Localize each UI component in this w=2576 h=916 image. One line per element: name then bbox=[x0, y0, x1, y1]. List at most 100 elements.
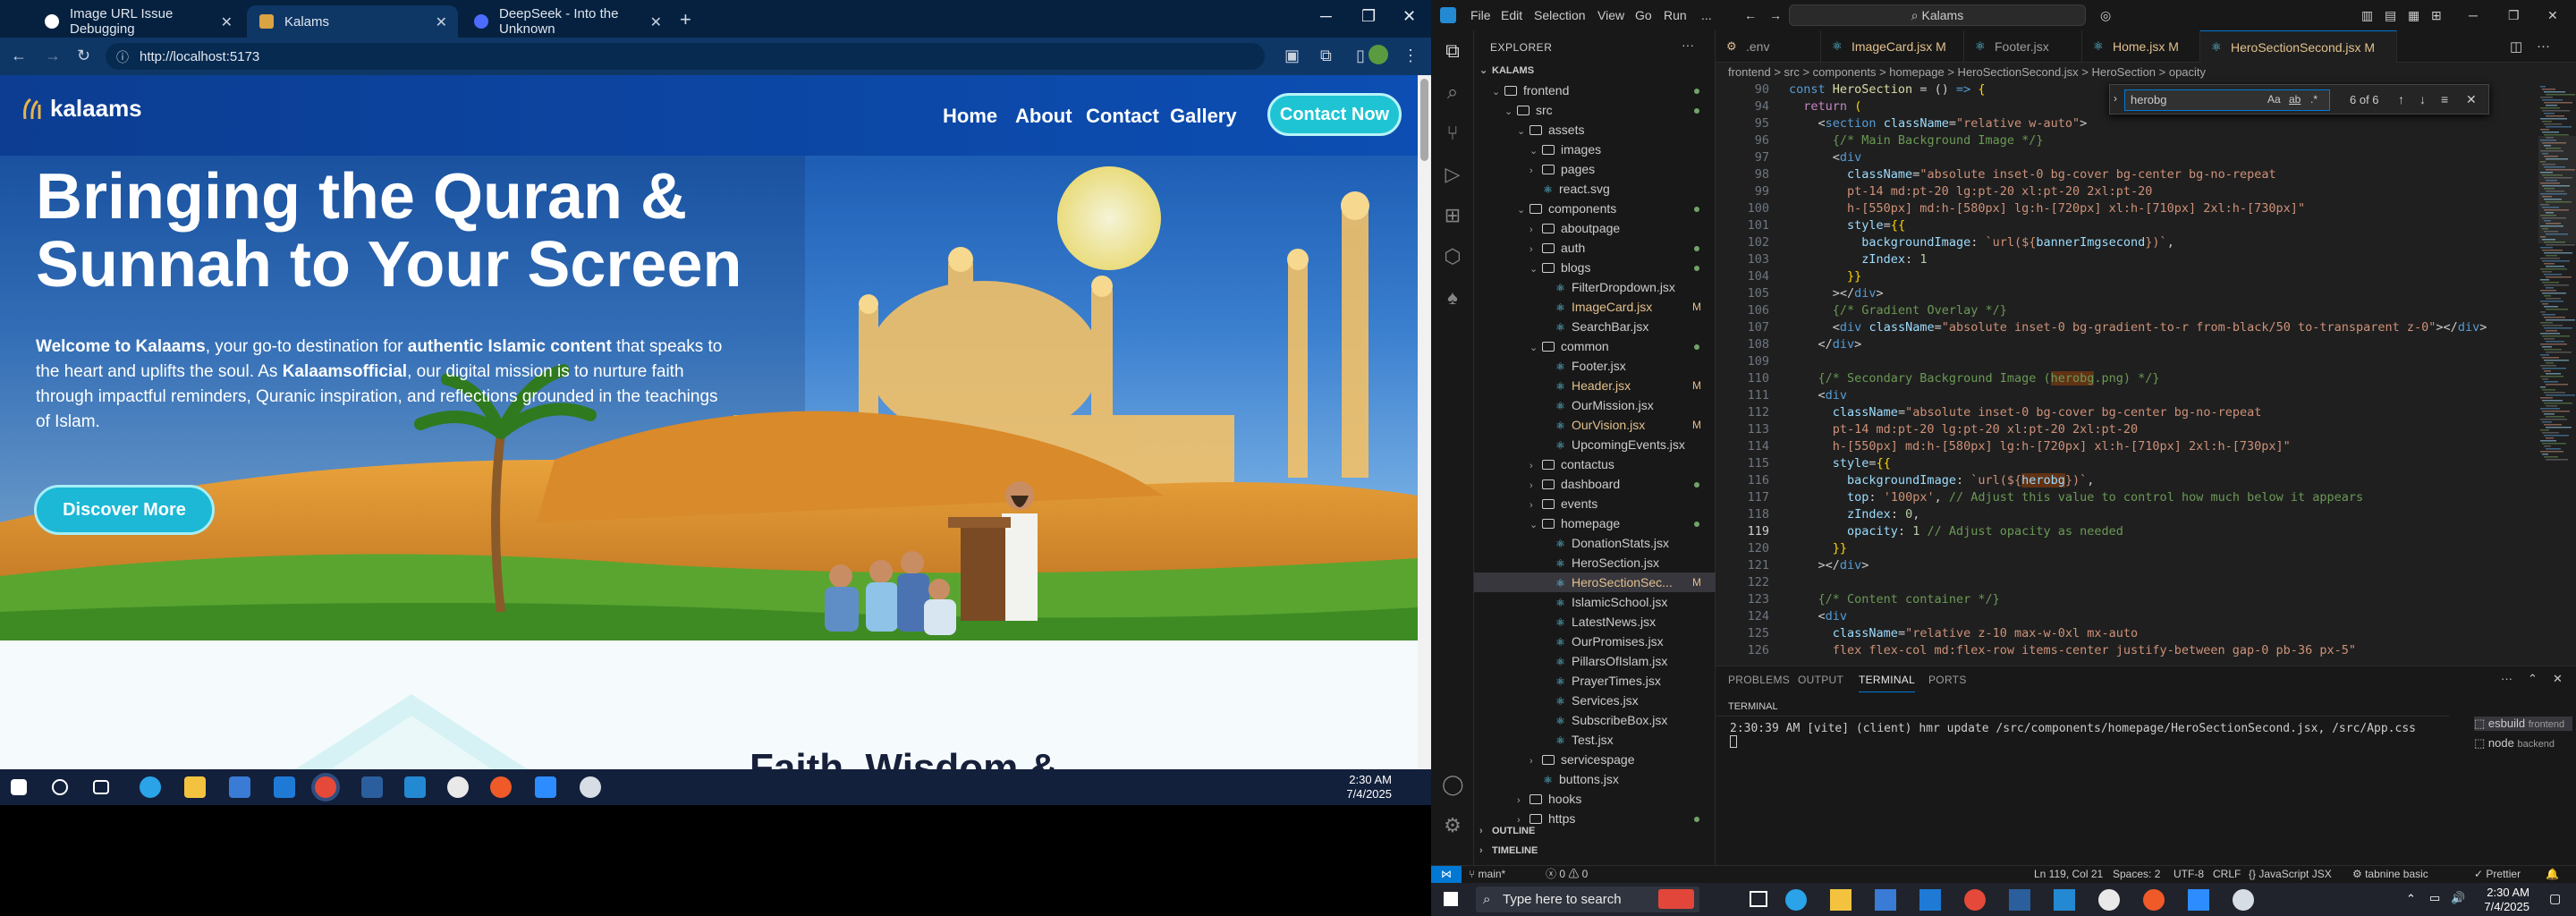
code-line[interactable]: </div> bbox=[1789, 337, 1862, 352]
layout-panel-icon[interactable]: ▤ bbox=[2385, 8, 2396, 23]
reload-icon[interactable]: ↻ bbox=[77, 47, 90, 65]
mail-icon[interactable] bbox=[1919, 889, 1941, 911]
menu-kebab-icon[interactable]: ⋮ bbox=[1402, 47, 1419, 65]
panel-tab-terminal[interactable]: TERMINAL bbox=[1859, 674, 1916, 692]
edge-icon[interactable] bbox=[140, 776, 161, 798]
code-line[interactable]: zIndex: 1 bbox=[1789, 252, 1927, 267]
scrollbar-thumb[interactable] bbox=[1420, 79, 1428, 161]
outline-section[interactable]: › OUTLINE bbox=[1474, 821, 1716, 841]
chevron-right-icon[interactable]: › bbox=[2114, 92, 2117, 105]
discover-more-button[interactable]: Discover More bbox=[34, 485, 215, 535]
windows-start-icon[interactable] bbox=[1444, 892, 1458, 906]
prettier-status[interactable]: ✓ Prettier bbox=[2474, 866, 2521, 883]
copilot-icon[interactable]: ◎ bbox=[2100, 8, 2111, 23]
close-tab-icon[interactable]: ✕ bbox=[650, 13, 662, 31]
app-icon[interactable] bbox=[580, 776, 601, 798]
split-view-icon[interactable]: ▯ bbox=[1356, 47, 1365, 65]
tabnine-status[interactable]: ⚙ tabnine basic bbox=[2352, 866, 2428, 883]
tree-file[interactable]: ⚛ ImageCard.jsx M bbox=[1474, 297, 1716, 317]
git-branch[interactable]: ⑂ main* bbox=[1469, 866, 1505, 883]
code-line[interactable]: zIndex: 0, bbox=[1789, 507, 1919, 522]
editor-tab-footer[interactable]: ⚛ Footer.jsx bbox=[1964, 30, 2082, 63]
remote-explorer-icon[interactable]: ⬡ bbox=[1442, 245, 1463, 267]
restore-icon[interactable]: ❐ bbox=[2508, 8, 2520, 23]
extensions-icon[interactable]: ⊞ bbox=[1442, 204, 1463, 226]
code-line[interactable]: backgroundImage: `url(${bannerImgsecond}… bbox=[1789, 235, 2174, 250]
notification-center-icon[interactable]: ▢ bbox=[2549, 891, 2561, 906]
timeline-section[interactable]: › TIMELINE bbox=[1474, 841, 1716, 861]
tree-folder[interactable]: ⌄ components bbox=[1474, 199, 1716, 218]
extension-icon[interactable]: ▣ bbox=[1284, 47, 1300, 65]
code-line[interactable]: backgroundImage: `url(${herobg})`, bbox=[1789, 473, 2094, 488]
forward-icon[interactable]: → bbox=[1769, 8, 1782, 22]
encoding[interactable]: UTF-8 bbox=[2174, 866, 2204, 883]
network-icon[interactable]: ▭ bbox=[2429, 891, 2440, 905]
tree-file[interactable]: ⚛ SearchBar.jsx bbox=[1474, 317, 1716, 336]
problems-count[interactable]: ⓧ 0 ⚠ 0 bbox=[1546, 866, 1588, 883]
mail-icon[interactable] bbox=[274, 776, 295, 798]
tree-folder[interactable]: ⌄ frontend bbox=[1474, 81, 1716, 100]
indentation[interactable]: Spaces: 2 bbox=[2113, 866, 2160, 883]
browser-tab-deepseek[interactable]: DeepSeek - Into the Unknown ✕ bbox=[462, 5, 673, 38]
copilot-icon[interactable] bbox=[2009, 889, 2030, 911]
tree-folder[interactable]: › aboutpage bbox=[1474, 218, 1716, 238]
remote-indicator-icon[interactable]: ⋈ bbox=[1431, 866, 1462, 883]
code-line[interactable]: }} bbox=[1789, 541, 1847, 556]
editor-tab-herosectionsecond[interactable]: ⚛ HeroSectionSecond.jsx M bbox=[2200, 30, 2397, 63]
vscode-icon[interactable] bbox=[2054, 889, 2075, 911]
cursor-position[interactable]: Ln 119, Col 21 bbox=[2034, 866, 2103, 883]
back-icon[interactable]: ← bbox=[1744, 8, 1757, 22]
mongodb-icon[interactable]: ♠ bbox=[1442, 286, 1463, 309]
tree-folder[interactable]: ⌄ KALAMS bbox=[1474, 61, 1716, 81]
tree-file[interactable]: ⚛ UpcomingEvents.jsx bbox=[1474, 435, 1716, 454]
menu-more[interactable]: ... bbox=[1701, 8, 1712, 22]
github-icon[interactable] bbox=[2098, 889, 2120, 911]
tree-folder[interactable]: ⌄ common bbox=[1474, 336, 1716, 356]
code-line[interactable]: {/* Gradient Overlay */} bbox=[1789, 303, 2007, 318]
tree-file[interactable]: ⚛ OurVision.jsx M bbox=[1474, 415, 1716, 435]
tree-file[interactable]: ⚛ SubscribeBox.jsx bbox=[1474, 710, 1716, 730]
tree-folder[interactable]: ⌄ images bbox=[1474, 140, 1716, 159]
github-icon[interactable] bbox=[447, 776, 469, 798]
code-line[interactable]: pt-14 md:pt-20 lg:pt-20 xl:pt-20 2xl:pt-… bbox=[1789, 422, 2138, 437]
tree-file[interactable]: ⚛ HeroSection.jsx bbox=[1474, 553, 1716, 572]
zoom-icon[interactable] bbox=[2188, 889, 2209, 911]
menu-go[interactable]: Go bbox=[1635, 8, 1652, 22]
tree-file[interactable]: ⚛ Test.jsx bbox=[1474, 730, 1716, 750]
back-icon[interactable]: ← bbox=[11, 47, 27, 65]
tree-folder[interactable]: › dashboard bbox=[1474, 474, 1716, 494]
tree-folder[interactable]: › servicespage bbox=[1474, 750, 1716, 769]
tree-file[interactable]: ⚛ OurMission.jsx bbox=[1474, 395, 1716, 415]
editor-tab-home[interactable]: ⚛ Home.jsx M bbox=[2082, 30, 2200, 63]
tree-file[interactable]: ⚛ Services.jsx bbox=[1474, 691, 1716, 710]
code-line[interactable]: <div bbox=[1789, 388, 1848, 403]
layout-secondary-icon[interactable]: ▦ bbox=[2408, 8, 2419, 23]
tree-file[interactable]: ⚛ react.svg bbox=[1474, 179, 1716, 199]
maximize-panel-icon[interactable]: ⌃ bbox=[2528, 672, 2538, 686]
taskbar-clock[interactable]: 2:30 AM 7/4/2025 bbox=[2484, 886, 2529, 914]
code-line[interactable]: className="absolute inset-0 bg-cover bg-… bbox=[1789, 167, 2276, 182]
code-line[interactable]: {/* Content container */} bbox=[1789, 592, 2000, 606]
close-tab-icon[interactable]: ✕ bbox=[436, 13, 447, 31]
code-line[interactable]: <div bbox=[1789, 150, 1862, 165]
notifications-bell-icon[interactable]: 🔔 bbox=[2546, 866, 2559, 883]
tree-folder[interactable]: ⌄ blogs bbox=[1474, 258, 1716, 277]
tree-file[interactable]: ⚛ PillarsOfIslam.jsx bbox=[1474, 651, 1716, 671]
task-view-icon[interactable] bbox=[1750, 891, 1767, 907]
panel-tab-problems[interactable]: PROBLEMS bbox=[1728, 674, 1790, 686]
nav-contact[interactable]: Contact bbox=[1086, 105, 1159, 128]
windows-start-icon[interactable] bbox=[11, 779, 27, 795]
search-icon[interactable]: ⌕ bbox=[1442, 81, 1463, 103]
tree-folder[interactable]: ⌄ src bbox=[1474, 100, 1716, 120]
terminal-item-esbuild[interactable]: ⬚ esbuild frontend bbox=[2474, 717, 2572, 731]
tree-folder[interactable]: › hooks bbox=[1474, 789, 1716, 809]
edge-icon[interactable] bbox=[1785, 889, 1807, 911]
nav-gallery[interactable]: Gallery bbox=[1170, 105, 1237, 128]
tree-file[interactable]: ⚛ LatestNews.jsx bbox=[1474, 612, 1716, 632]
run-debug-icon[interactable]: ▷ bbox=[1442, 163, 1463, 185]
explorer-icon[interactable]: ⧉ bbox=[1442, 39, 1463, 62]
new-tab-icon[interactable]: + bbox=[680, 8, 691, 31]
find-in-selection-icon[interactable]: ≡ bbox=[2441, 92, 2448, 106]
profile-avatar[interactable] bbox=[1368, 45, 1388, 64]
tree-folder[interactable]: › contactus bbox=[1474, 454, 1716, 474]
